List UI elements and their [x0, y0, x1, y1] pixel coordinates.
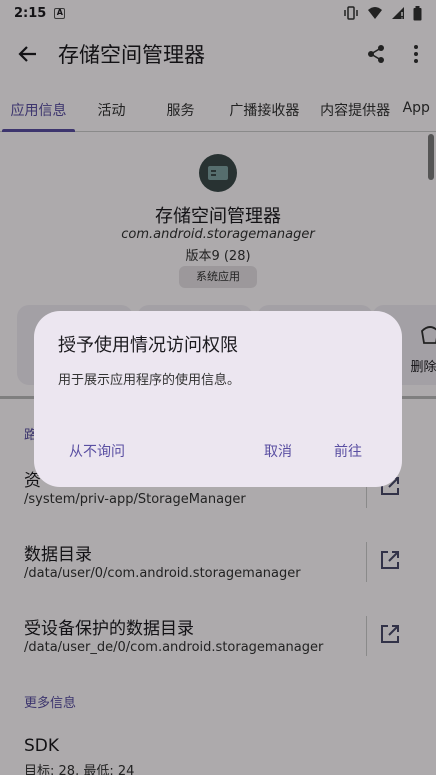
- usage-access-dialog: 授予使用情况访问权限 用于展示应用程序的使用信息。 从不询问 取消 前往: [34, 311, 402, 487]
- proceed-button[interactable]: 前往: [334, 441, 362, 461]
- dialog-message: 用于展示应用程序的使用信息。: [58, 373, 241, 388]
- scrollbar[interactable]: [428, 134, 434, 180]
- cancel-button[interactable]: 取消: [264, 441, 292, 461]
- dialog-title: 授予使用情况访问权限: [58, 335, 238, 356]
- never-ask-button[interactable]: 从不询问: [69, 441, 125, 461]
